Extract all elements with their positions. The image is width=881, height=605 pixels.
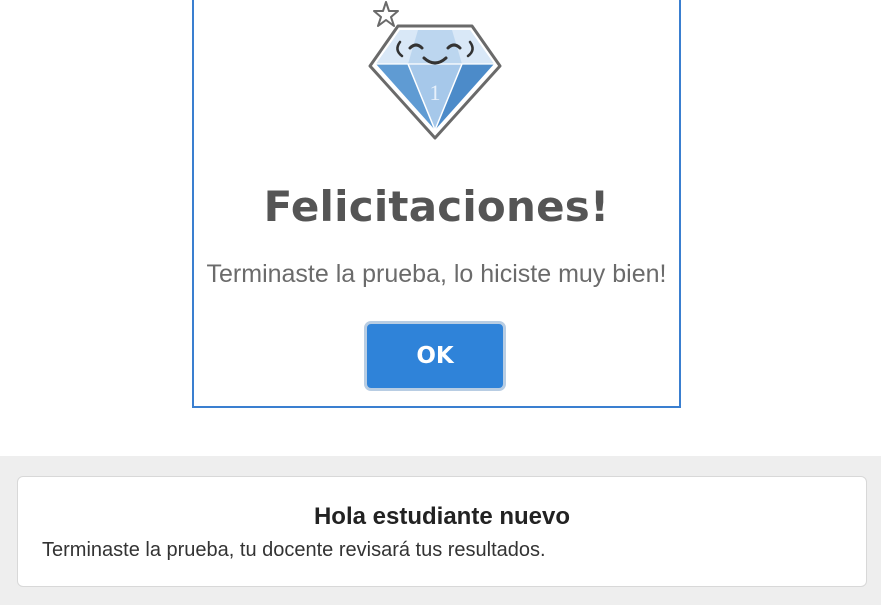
- notice-title: Hola estudiante nuevo: [313, 503, 571, 530]
- ok-button[interactable]: OK: [364, 321, 506, 391]
- dialog-message: Terminaste la prueba, lo hiciste muy bie…: [206, 260, 667, 288]
- badge-number: 1: [430, 80, 441, 105]
- page: 1 Felicitaciones! Terminaste la prueba, …: [0, 0, 881, 605]
- notice-message: Terminaste la prueba, tu docente revisar…: [42, 539, 546, 561]
- notice-card: Hola estudiante nuevo Terminaste la prue…: [17, 476, 867, 587]
- dialog-title: Felicitaciones!: [263, 182, 610, 231]
- congratulations-dialog: 1 Felicitaciones! Terminaste la prueba, …: [192, 0, 681, 408]
- diamond-icon: 1: [368, 1, 502, 140]
- notice-area: Hola estudiante nuevo Terminaste la prue…: [0, 456, 881, 605]
